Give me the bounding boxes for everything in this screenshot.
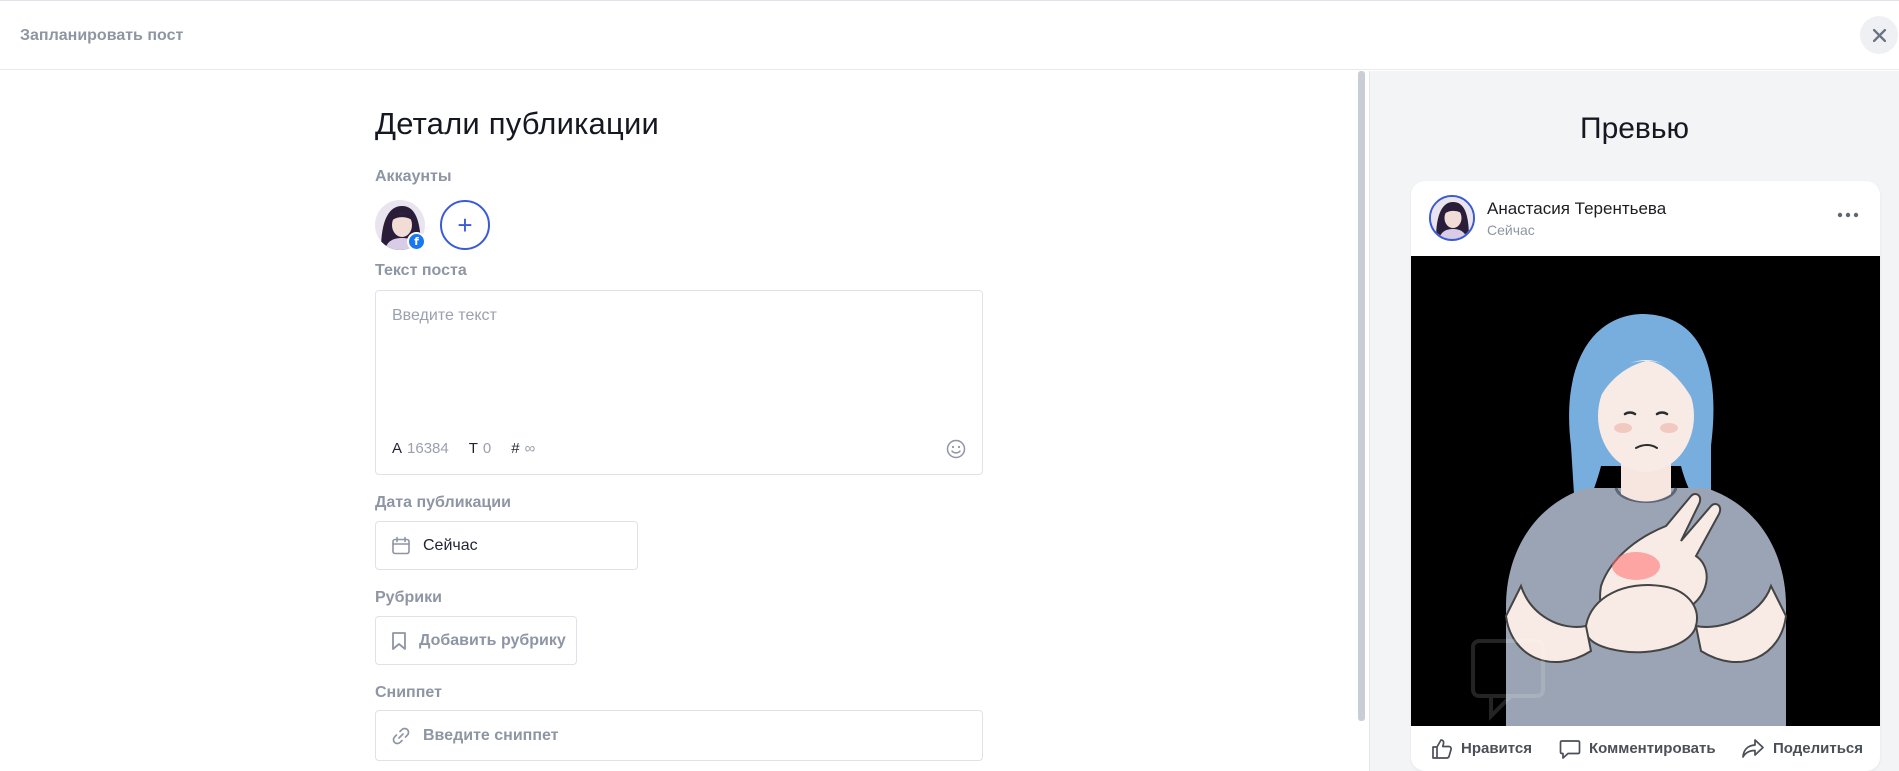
snippet-label: Сниппет bbox=[375, 684, 442, 701]
snippet-placeholder: Введите сниппет bbox=[423, 726, 559, 744]
post-time: Сейчас bbox=[1487, 222, 1535, 238]
share-icon bbox=[1742, 738, 1764, 758]
share-button[interactable]: Поделиться bbox=[1741, 738, 1863, 760]
plus-icon: + bbox=[457, 209, 473, 240]
add-account-button[interactable]: + bbox=[440, 200, 490, 250]
date-picker[interactable]: Сейчас bbox=[375, 521, 638, 570]
accounts-label: Аккаунты bbox=[375, 168, 452, 185]
date-value: Сейчас bbox=[423, 536, 478, 554]
comment-icon bbox=[1559, 739, 1581, 759]
post-text-placeholder: Введите текст bbox=[392, 307, 497, 324]
author-avatar bbox=[1429, 195, 1475, 241]
share-label: Поделиться bbox=[1773, 740, 1864, 757]
hashtag-counter: # ∞ bbox=[511, 440, 536, 457]
char-counter: A 16384 bbox=[392, 440, 449, 457]
emoji-icon[interactable] bbox=[946, 439, 966, 459]
like-button[interactable]: Нравится bbox=[1431, 738, 1532, 760]
add-rubric-button[interactable]: Добавить рубрику bbox=[375, 616, 577, 665]
more-options-icon[interactable] bbox=[1835, 207, 1861, 223]
post-preview-card: Анастасия Терентьева Сейчас Нравится Ком… bbox=[1411, 181, 1880, 771]
post-text-input[interactable]: Введите текст A 16384 T0 # ∞ bbox=[375, 290, 983, 475]
close-button[interactable] bbox=[1860, 16, 1898, 54]
comment-label: Комментировать bbox=[1589, 740, 1716, 757]
tag-counter: T0 bbox=[468, 440, 492, 457]
snippet-input[interactable]: Введите сниппет bbox=[375, 710, 983, 761]
date-label: Дата публикации bbox=[375, 494, 511, 511]
rubrics-label: Рубрики bbox=[375, 589, 442, 606]
calendar-icon bbox=[392, 536, 410, 554]
like-label: Нравится bbox=[1461, 740, 1533, 757]
page-title: Детали публикации bbox=[375, 106, 659, 141]
bookmark-icon bbox=[392, 631, 406, 650]
modal-title: Запланировать пост bbox=[20, 27, 184, 44]
close-icon bbox=[1872, 28, 1886, 42]
comment-button[interactable]: Комментировать bbox=[1559, 738, 1716, 760]
author-name: Анастасия Терентьева bbox=[1487, 199, 1667, 218]
post-text-label: Текст поста bbox=[375, 262, 467, 279]
thumbs-up-icon bbox=[1432, 738, 1452, 759]
link-icon bbox=[392, 727, 410, 744]
post-actions: Нравится Комментировать Поделиться bbox=[1411, 726, 1880, 771]
account-avatar[interactable]: f bbox=[375, 200, 426, 251]
facebook-icon: f bbox=[407, 232, 426, 251]
add-rubric-label: Добавить рубрику bbox=[419, 631, 566, 649]
form-scrollbar[interactable] bbox=[1358, 71, 1365, 721]
text-counters: A 16384 T0 # ∞ bbox=[392, 440, 535, 457]
modal-header: Запланировать пост bbox=[0, 0, 1899, 70]
post-image bbox=[1411, 256, 1880, 726]
preview-title: Превью bbox=[1580, 112, 1689, 145]
